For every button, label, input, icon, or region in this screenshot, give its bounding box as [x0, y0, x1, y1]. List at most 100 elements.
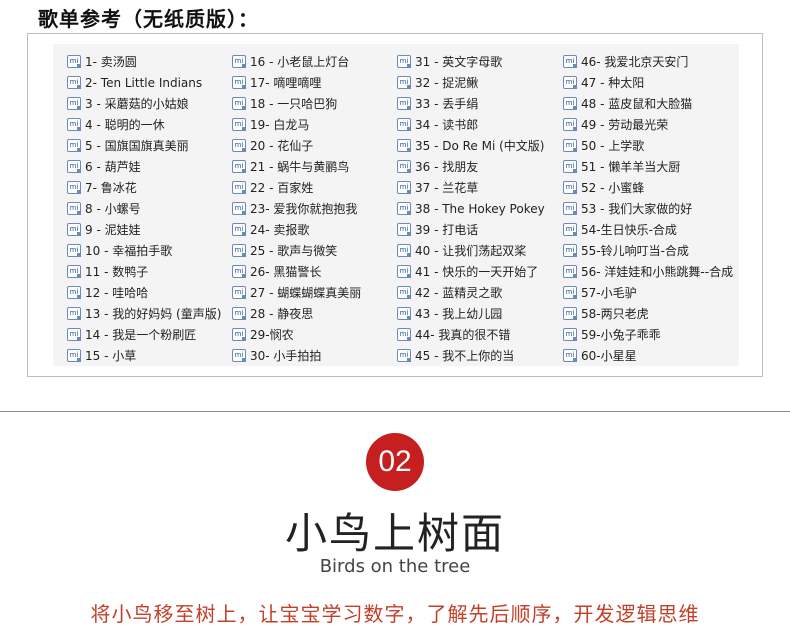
song-item[interactable]: mi 56- 洋娃娃和小熊跳舞--合成: [563, 261, 733, 282]
song-item[interactable]: mi 3 - 采蘑菇的小姑娘: [67, 93, 221, 114]
song-item[interactable]: mi 4 - 聪明的一休: [67, 114, 221, 135]
song-item[interactable]: mi 1- 卖汤圆: [67, 51, 221, 72]
song-title: 15 - 小草: [85, 349, 137, 363]
song-item[interactable]: mi 47 - 种太阳: [563, 72, 733, 93]
song-item[interactable]: mi 32 - 捉泥鳅: [397, 72, 545, 93]
song-item[interactable]: mi 60-小星星: [563, 345, 733, 366]
music-file-icon: mi: [67, 349, 81, 362]
song-item[interactable]: mi 44- 我真的很不错: [397, 324, 545, 345]
song-item[interactable]: mi 46- 我爱北京天安门: [563, 51, 733, 72]
song-item[interactable]: mi 15 - 小草: [67, 345, 221, 366]
song-item[interactable]: mi 16 - 小老鼠上灯台: [232, 51, 361, 72]
music-file-icon: mi: [67, 307, 81, 320]
song-item[interactable]: mi 28 - 静夜思: [232, 303, 361, 324]
song-item[interactable]: mi 22 - 百家姓: [232, 177, 361, 198]
song-title: 27 - 蝴蝶蝴蝶真美丽: [250, 286, 362, 300]
song-item[interactable]: mi 53 - 我们大家做的好: [563, 198, 733, 219]
song-title: 16 - 小老鼠上灯台: [250, 55, 350, 69]
song-item[interactable]: mi 41 - 快乐的一天开始了: [397, 261, 545, 282]
song-title: 58-两只老虎: [581, 307, 649, 321]
song-item[interactable]: mi 35 - Do Re Mi (中文版): [397, 135, 545, 156]
song-item[interactable]: mi 20 - 花仙子: [232, 135, 361, 156]
song-item[interactable]: mi 52 - 小蜜蜂: [563, 177, 733, 198]
music-file-icon: mi: [232, 244, 246, 257]
song-item[interactable]: mi 18 - 一只哈巴狗: [232, 93, 361, 114]
song-item[interactable]: mi 5 - 国旗国旗真美丽: [67, 135, 221, 156]
song-item[interactable]: mi 59-小兔子乖乖: [563, 324, 733, 345]
song-title: 20 - 花仙子: [250, 139, 314, 153]
song-item[interactable]: mi 57-小毛驴: [563, 282, 733, 303]
song-item[interactable]: mi 8 - 小螺号: [67, 198, 221, 219]
music-file-icon: mi: [397, 160, 411, 173]
song-item[interactable]: mi 27 - 蝴蝶蝴蝶真美丽: [232, 282, 361, 303]
song-item[interactable]: mi 40 - 让我们荡起双桨: [397, 240, 545, 261]
song-item[interactable]: mi 14 - 我是一个粉刷匠: [67, 324, 221, 345]
song-column-4: mi 46- 我爱北京天安门 mi 47 - 种太阳 mi 48 - 蓝皮鼠和大脸猫 mi 4…: [563, 51, 733, 366]
song-item[interactable]: mi 11 - 数鸭子: [67, 261, 221, 282]
song-title: 60-小星星: [581, 349, 637, 363]
song-title: 25 - 歌声与微笑: [250, 244, 338, 258]
song-item[interactable]: mi 51 - 懒羊羊当大厨: [563, 156, 733, 177]
music-file-icon: mi: [232, 97, 246, 110]
song-item[interactable]: mi 26- 黑猫警长: [232, 261, 361, 282]
song-item[interactable]: mi 17- 嘀哩嘀哩: [232, 72, 361, 93]
song-item[interactable]: mi 21 - 蜗牛与黄鹂鸟: [232, 156, 361, 177]
music-file-icon: mi: [397, 307, 411, 320]
section-description: 将小鸟移至树上，让宝宝学习数字，了解先后顺序，开发逻辑思维: [90, 602, 700, 626]
song-item[interactable]: mi 43 - 我上幼儿园: [397, 303, 545, 324]
music-file-icon: mi: [563, 286, 577, 299]
song-item[interactable]: mi 12 - 哇哈哈: [67, 282, 221, 303]
music-file-icon: mi: [397, 118, 411, 131]
song-item[interactable]: mi 2- Ten Little Indians: [67, 72, 221, 93]
song-list-box: mi 1- 卖汤圆 mi 2- Ten Little Indians mi 3 - 采蘑菇…: [27, 33, 763, 377]
music-file-icon: mi: [232, 118, 246, 131]
song-item[interactable]: mi 36 - 找朋友: [397, 156, 545, 177]
music-file-icon: mi: [67, 181, 81, 194]
song-item[interactable]: mi 49 - 劳动最光荣: [563, 114, 733, 135]
song-title: 29-悯农: [250, 328, 294, 342]
song-item[interactable]: mi 31 - 英文字母歌: [397, 51, 545, 72]
music-file-icon: mi: [397, 265, 411, 278]
song-item[interactable]: mi 55-铃儿响叮当-合成: [563, 240, 733, 261]
music-file-icon: mi: [67, 76, 81, 89]
song-item[interactable]: mi 6 - 葫芦娃: [67, 156, 221, 177]
music-file-icon: mi: [563, 244, 577, 257]
song-item[interactable]: mi 48 - 蓝皮鼠和大脸猫: [563, 93, 733, 114]
music-file-icon: mi: [397, 76, 411, 89]
music-file-icon: mi: [67, 223, 81, 236]
song-item[interactable]: mi 33 - 丢手绢: [397, 93, 545, 114]
music-file-icon: mi: [563, 118, 577, 131]
song-item[interactable]: mi 50 - 上学歌: [563, 135, 733, 156]
song-item[interactable]: mi 10 - 幸福拍手歌: [67, 240, 221, 261]
song-title: 32 - 捉泥鳅: [415, 76, 479, 90]
music-file-icon: mi: [232, 328, 246, 341]
song-item[interactable]: mi 34 - 读书郎: [397, 114, 545, 135]
song-title: 26- 黑猫警长: [250, 265, 322, 279]
song-item[interactable]: mi 42 - 蓝精灵之歌: [397, 282, 545, 303]
song-item[interactable]: mi 30- 小手拍拍: [232, 345, 361, 366]
song-title: 35 - Do Re Mi (中文版): [415, 139, 545, 153]
music-file-icon: mi: [67, 244, 81, 257]
song-item[interactable]: mi 37 - 兰花草: [397, 177, 545, 198]
song-title: 4 - 聪明的一休: [85, 118, 165, 132]
song-item[interactable]: mi 38 - The Hokey Pokey: [397, 198, 545, 219]
song-title: 39 - 打电话: [415, 223, 479, 237]
song-item[interactable]: mi 58-两只老虎: [563, 303, 733, 324]
music-file-icon: mi: [563, 265, 577, 278]
song-item[interactable]: mi 7- 鲁冰花: [67, 177, 221, 198]
song-item[interactable]: mi 9 - 泥娃娃: [67, 219, 221, 240]
song-item[interactable]: mi 25 - 歌声与微笑: [232, 240, 361, 261]
song-item[interactable]: mi 19- 白龙马: [232, 114, 361, 135]
song-item[interactable]: mi 23- 爱我你就抱抱我: [232, 198, 361, 219]
music-file-icon: mi: [563, 223, 577, 236]
music-file-icon: mi: [397, 223, 411, 236]
music-file-icon: mi: [67, 139, 81, 152]
song-item[interactable]: mi 13 - 我的好妈妈 (童声版): [67, 303, 221, 324]
song-title: 44- 我真的很不错: [415, 328, 511, 342]
song-item[interactable]: mi 39 - 打电话: [397, 219, 545, 240]
song-item[interactable]: mi 24- 卖报歌: [232, 219, 361, 240]
song-item[interactable]: mi 45 - 我不上你的当: [397, 345, 545, 366]
song-item[interactable]: mi 29-悯农: [232, 324, 361, 345]
song-item[interactable]: mi 54-生日快乐-合成: [563, 219, 733, 240]
section-subtitle: Birds on the tree: [319, 556, 471, 577]
